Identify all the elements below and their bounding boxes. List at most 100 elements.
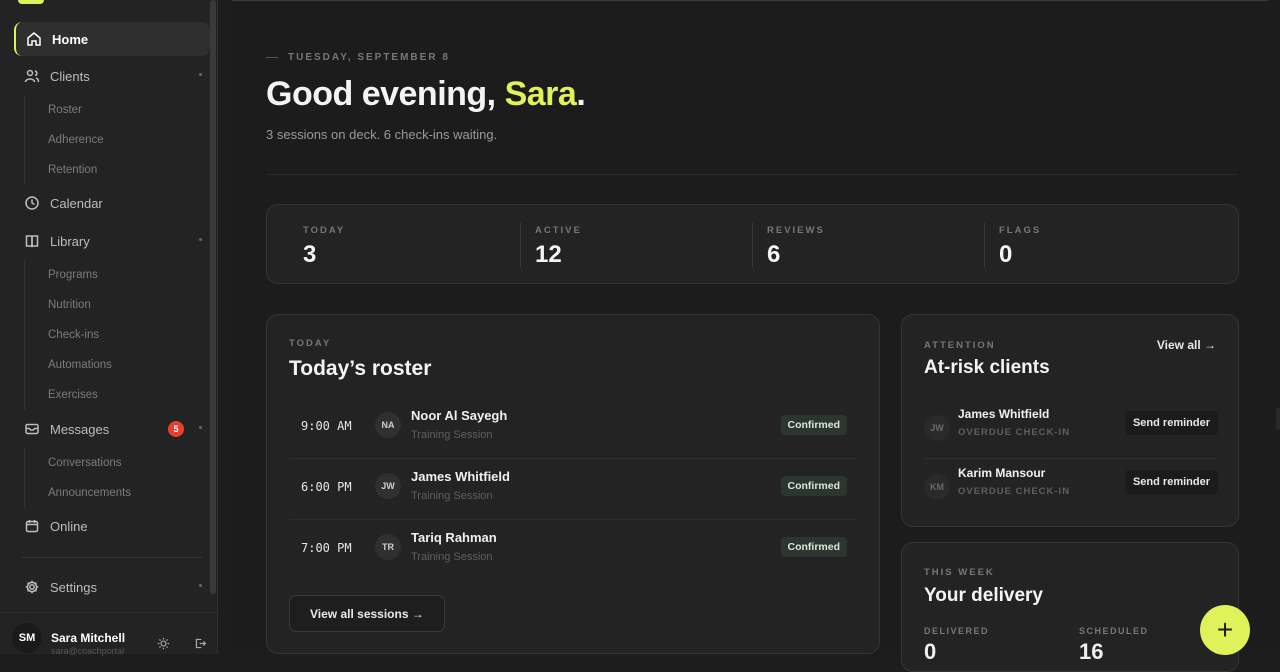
sidebar-item-label: Settings: [50, 579, 97, 595]
page-subtitle: 3 sessions on deck. 6 check-ins waiting.: [266, 127, 498, 142]
delivered-label: DELIVERED: [924, 626, 990, 636]
sidebar-item-clients[interactable]: Clients: [14, 59, 210, 93]
date-dash: [266, 57, 278, 58]
client-name: Karim Mansour: [958, 466, 1046, 480]
view-all-link[interactable]: View all →: [1157, 338, 1216, 352]
stat-value: 0: [999, 241, 1013, 268]
messages-submenu: Conversations Announcements: [24, 448, 131, 508]
sidebar-subitem-announcements[interactable]: Announcements: [25, 478, 131, 508]
inbox-icon: [24, 421, 40, 437]
list-item[interactable]: JW James Whitfield OVERDUE CHECK-IN Send…: [924, 400, 1218, 458]
avatar: SM: [12, 623, 42, 653]
greeting-prefix: Good evening,: [266, 75, 505, 113]
avatar: NA: [375, 412, 401, 438]
sidebar-footer-divider: [0, 612, 218, 613]
session-type: Training Session: [411, 551, 493, 563]
sidebar-subitem-nutrition[interactable]: Nutrition: [25, 290, 112, 320]
sidebar-item-label: Messages: [50, 421, 110, 437]
roster-card: TODAY Today’s roster 9:00 AM NA Noor Al …: [266, 314, 880, 654]
sidebar-item-library[interactable]: Library: [14, 224, 210, 258]
main-content: TUESDAY, SEPTEMBER 8 Good evening, Sara.…: [232, 0, 1280, 672]
right-gutter: [1268, 0, 1280, 654]
risk-reason: OVERDUE CHECK-IN: [958, 427, 1071, 438]
stats-card: TODAY 3 ACTIVE 12 REVIEWS 6 FLAGS 0: [266, 204, 1239, 284]
unread-badge: 5: [168, 421, 184, 437]
users-icon: [24, 68, 40, 84]
add-button[interactable]: +: [1200, 605, 1250, 655]
sidebar-item-calendar[interactable]: Calendar: [14, 186, 210, 220]
roster-title: Today’s roster: [289, 357, 432, 380]
book-icon: [24, 233, 40, 249]
sidebar-subitem-exercises[interactable]: Exercises: [25, 380, 112, 410]
status-badge: Confirmed: [780, 415, 847, 435]
risk-reason: OVERDUE CHECK-IN: [958, 486, 1071, 497]
gear-icon: [24, 579, 40, 595]
sun-icon[interactable]: [152, 632, 174, 654]
at-risk-title: At-risk clients: [924, 357, 1050, 378]
sidebar-subitem-conversations[interactable]: Conversations: [25, 448, 131, 478]
send-reminder-button[interactable]: Send reminder: [1124, 411, 1218, 435]
sidebar-subitem-automations[interactable]: Automations: [25, 350, 112, 380]
clock-icon: [24, 195, 40, 211]
status-badge: Confirmed: [780, 476, 847, 496]
date-label: TUESDAY, SEPTEMBER 8: [266, 52, 450, 63]
page-title: Good evening, Sara.: [266, 75, 586, 114]
sidebar-item-home[interactable]: Home: [14, 22, 210, 56]
stat-value: 6: [767, 241, 781, 268]
delivery-title: Your delivery: [924, 585, 1043, 606]
sidebar-item-online[interactable]: Online: [14, 509, 210, 543]
header-divider: [266, 174, 1238, 175]
user-profile[interactable]: SM Sara Mitchell sara@coachportal: [12, 622, 212, 656]
stat-separator: [984, 223, 985, 267]
scheduled-label: SCHEDULED: [1079, 626, 1149, 636]
sidebar: Home Clients Roster Adherence Retention …: [0, 0, 218, 656]
date-text: TUESDAY, SEPTEMBER 8: [288, 52, 450, 63]
sidebar-subitem-programs[interactable]: Programs: [25, 260, 112, 290]
sidebar-item-settings[interactable]: Settings: [14, 570, 210, 604]
chevron-down-icon[interactable]: [199, 73, 202, 76]
scroll-indicator[interactable]: [1276, 408, 1280, 430]
session-type: Training Session: [411, 429, 493, 441]
sidebar-item-label: Calendar: [50, 195, 103, 211]
scheduled-value: 16: [1079, 639, 1104, 664]
table-row[interactable]: 9:00 AM NA Noor Al Sayegh Training Sessi…: [289, 398, 857, 459]
table-row[interactable]: 7:00 PM TR Tariq Rahman Training Session…: [289, 520, 857, 581]
sidebar-subitem-check-ins[interactable]: Check-ins: [25, 320, 112, 350]
table-row[interactable]: 6:00 PM JW James Whitfield Training Sess…: [289, 459, 857, 520]
calendar-icon: [24, 518, 40, 534]
client-name: Tariq Rahman: [411, 530, 497, 545]
view-all-sessions-button[interactable]: View all sessions →: [289, 595, 445, 632]
stat-separator: [752, 223, 753, 267]
roster-eyebrow: TODAY: [289, 338, 332, 349]
sidebar-divider: [22, 557, 202, 558]
clients-submenu: Roster Adherence Retention: [24, 95, 104, 185]
sidebar-item-label: Clients: [50, 68, 90, 84]
stat-label: ACTIVE: [535, 225, 582, 236]
logout-icon[interactable]: [189, 632, 211, 654]
stat-value: 12: [535, 241, 562, 268]
at-risk-card: ATTENTION At-risk clients View all → JW …: [901, 314, 1239, 527]
sidebar-item-label: Library: [50, 233, 90, 249]
client-name: James Whitfield: [411, 469, 510, 484]
sidebar-item-messages[interactable]: Messages 5: [14, 412, 210, 446]
at-risk-eyebrow: ATTENTION: [924, 340, 996, 351]
chevron-down-icon[interactable]: [199, 238, 202, 241]
sidebar-item-label: Online: [50, 518, 88, 534]
session-type: Training Session: [411, 490, 493, 502]
send-reminder-button[interactable]: Send reminder: [1124, 470, 1218, 494]
app-logo[interactable]: [18, 0, 44, 4]
user-email: sara@coachportal: [51, 646, 125, 656]
greeting-name: Sara: [504, 75, 577, 113]
avatar: TR: [375, 534, 401, 560]
delivery-card: THIS WEEK Your delivery DELIVERED 0 SCHE…: [901, 542, 1239, 672]
sidebar-subitem-roster[interactable]: Roster: [25, 95, 104, 125]
sidebar-scrollbar[interactable]: [210, 0, 216, 594]
chevron-down-icon[interactable]: [199, 584, 202, 587]
session-time: 9:00 AM: [301, 419, 352, 433]
user-name: Sara Mitchell: [51, 631, 126, 645]
sidebar-subitem-adherence[interactable]: Adherence: [25, 125, 104, 155]
stat-separator: [520, 223, 521, 267]
sidebar-subitem-retention[interactable]: Retention: [25, 155, 104, 185]
list-item[interactable]: KM Karim Mansour OVERDUE CHECK-IN Send r…: [924, 458, 1218, 516]
chevron-down-icon[interactable]: [199, 426, 202, 429]
